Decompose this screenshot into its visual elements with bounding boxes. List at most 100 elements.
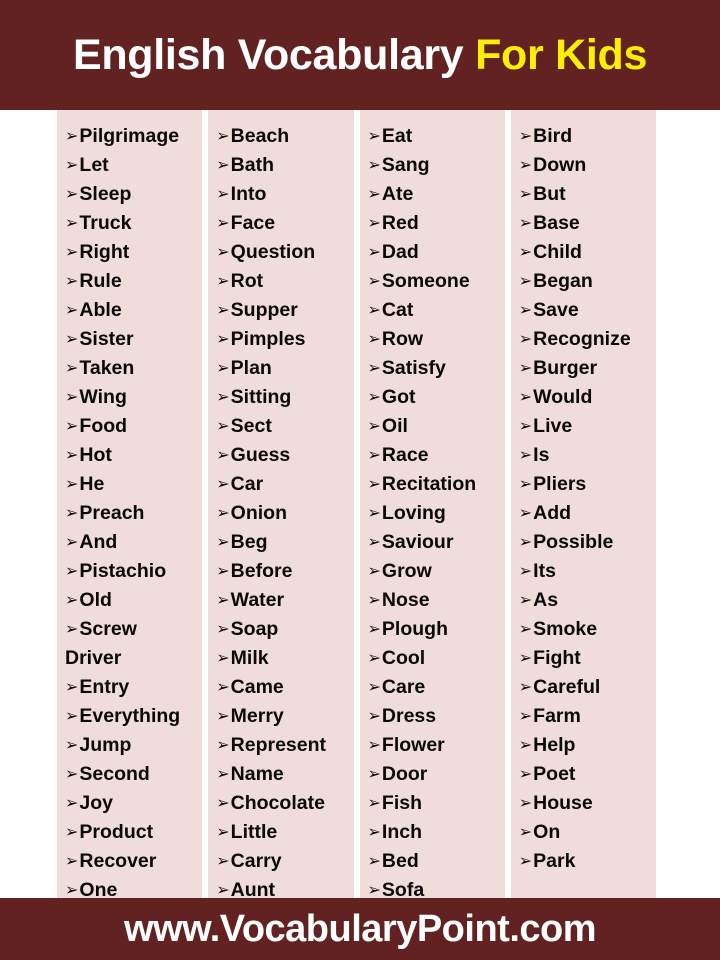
word-list-item: ➢ Ate	[368, 180, 505, 209]
poster-header: English Vocabulary For Kids	[0, 0, 720, 110]
arrow-bullet-icon: ➢	[216, 563, 230, 580]
word-text: Rot	[230, 270, 264, 292]
arrow-bullet-icon: ➢	[216, 679, 230, 696]
arrow-bullet-icon: ➢	[216, 244, 230, 261]
arrow-bullet-icon: ➢	[367, 215, 381, 232]
word-list-item: ➢ Plough	[368, 615, 505, 644]
word-list-item: ➢ Fight	[519, 644, 656, 673]
word-columns: ➢ Pilgrimage ➢ Let ➢ Sleep ➢ Truck ➢ Right ➢ Rule ➢ A…	[57, 110, 656, 898]
arrow-bullet-icon: ➢	[518, 186, 533, 203]
word-text: Poet	[533, 763, 576, 785]
word-list-item: ➢ Chocolate	[216, 789, 353, 818]
word-text: Guess	[230, 444, 291, 466]
word-list-item: ➢ House	[519, 789, 656, 818]
word-text: Water	[230, 589, 285, 611]
word-text: Product	[79, 821, 154, 843]
word-text: Represent	[230, 734, 327, 756]
word-list-item: ➢ Bath	[216, 151, 353, 180]
word-list-item: ➢ One	[65, 876, 202, 898]
arrow-bullet-icon: ➢	[216, 534, 230, 551]
word-text: Base	[533, 212, 580, 234]
word-list-item: ➢ Saviour	[368, 528, 505, 557]
word-text: Hot	[79, 444, 112, 466]
word-text: Bath	[230, 154, 274, 176]
arrow-bullet-icon: ➢	[65, 534, 79, 551]
word-text: Let	[79, 154, 109, 176]
word-list-item: ➢ Sofa	[368, 876, 505, 898]
arrow-bullet-icon: ➢	[65, 824, 79, 841]
word-text: Question	[230, 241, 316, 263]
word-text: Flower	[381, 734, 445, 756]
word-list-item: ➢ Child	[519, 238, 656, 267]
word-list-item: ➢ Bed	[368, 847, 505, 876]
word-list-item: ➢ Live	[519, 412, 656, 441]
word-text: And	[79, 531, 118, 553]
arrow-bullet-icon: ➢	[518, 795, 533, 812]
word-text: Beach	[230, 125, 290, 147]
arrow-bullet-icon: ➢	[367, 621, 381, 638]
word-text: Sister	[79, 328, 134, 350]
word-text: Its	[533, 560, 556, 582]
word-list-item: ➢ Carry	[216, 847, 353, 876]
word-text: Live	[533, 415, 573, 437]
word-list-item: ➢ Question	[216, 238, 353, 267]
arrow-bullet-icon: ➢	[216, 795, 230, 812]
word-list-item: ➢ Old	[65, 586, 202, 615]
arrow-bullet-icon: ➢	[367, 476, 381, 493]
word-list-item: ➢ Face	[216, 209, 353, 238]
page-title-accent: For Kids	[475, 30, 648, 79]
word-column-3: ➢ Eat ➢ Sang ➢ Ate ➢ Red ➢ Dad ➢ Someone ➢ Cat ➢ Row ➢ Sa…	[359, 110, 505, 898]
arrow-bullet-icon: ➢	[518, 302, 533, 319]
arrow-bullet-icon: ➢	[367, 331, 381, 348]
word-text: Carry	[230, 850, 282, 872]
arrow-bullet-icon: ➢	[65, 302, 79, 319]
arrow-bullet-icon: ➢	[216, 476, 230, 493]
word-list-item: ➢ Care	[368, 673, 505, 702]
arrow-bullet-icon: ➢	[65, 157, 79, 174]
arrow-bullet-icon: ➢	[216, 418, 230, 435]
word-list-item: ➢ Sleep	[65, 180, 202, 209]
word-text: Got	[381, 386, 416, 408]
word-text: Face	[230, 212, 276, 234]
word-text: Burger	[533, 357, 598, 379]
word-text: Is	[533, 444, 550, 466]
arrow-bullet-icon: ➢	[518, 157, 533, 174]
word-text: Pliers	[533, 473, 587, 495]
arrow-bullet-icon: ➢	[216, 650, 230, 667]
arrow-bullet-icon: ➢	[216, 331, 230, 348]
arrow-bullet-icon: ➢	[367, 389, 381, 406]
page-title: English Vocabulary For Kids	[73, 30, 648, 79]
arrow-bullet-icon: ➢	[65, 708, 79, 725]
word-list-item: ➢ Is	[519, 441, 656, 470]
arrow-bullet-icon: ➢	[65, 853, 79, 870]
word-text: Pimples	[230, 328, 306, 350]
word-text: Car	[230, 473, 264, 495]
word-text: Sang	[381, 154, 430, 176]
word-text: Second	[79, 763, 150, 785]
word-text: But	[533, 183, 566, 205]
word-text: Plan	[230, 357, 272, 379]
arrow-bullet-icon: ➢	[65, 795, 79, 812]
word-list-item: ➢ Save	[519, 296, 656, 325]
arrow-bullet-icon: ➢	[518, 563, 533, 580]
word-list-item: ➢ Pliers	[519, 470, 656, 499]
word-list-item: ➢ Began	[519, 267, 656, 296]
word-list-item: ➢ Nose	[368, 586, 505, 615]
arrow-bullet-icon: ➢	[518, 128, 533, 145]
arrow-bullet-icon: ➢	[518, 360, 533, 377]
word-list-item: ➢ Cat	[368, 296, 505, 325]
word-text: On	[533, 821, 561, 843]
arrow-bullet-icon: ➢	[216, 766, 230, 783]
arrow-bullet-icon: ➢	[65, 592, 79, 609]
word-list-item: ➢ Into	[216, 180, 353, 209]
word-list-item: ➢ Possible	[519, 528, 656, 557]
arrow-bullet-icon: ➢	[216, 273, 230, 290]
arrow-bullet-icon: ➢	[216, 824, 230, 841]
arrow-bullet-icon: ➢	[216, 157, 230, 174]
word-list-item: ➢ Recitation	[368, 470, 505, 499]
word-column-2: ➢ Beach ➢ Bath ➢ Into ➢ Face ➢ Question ➢ Rot ➢ Suppe…	[208, 110, 354, 898]
word-list-item: ➢ Second	[65, 760, 202, 789]
arrow-bullet-icon: ➢	[216, 592, 230, 609]
word-text: Pilgrimage	[79, 125, 180, 147]
arrow-bullet-icon: ➢	[65, 186, 79, 203]
